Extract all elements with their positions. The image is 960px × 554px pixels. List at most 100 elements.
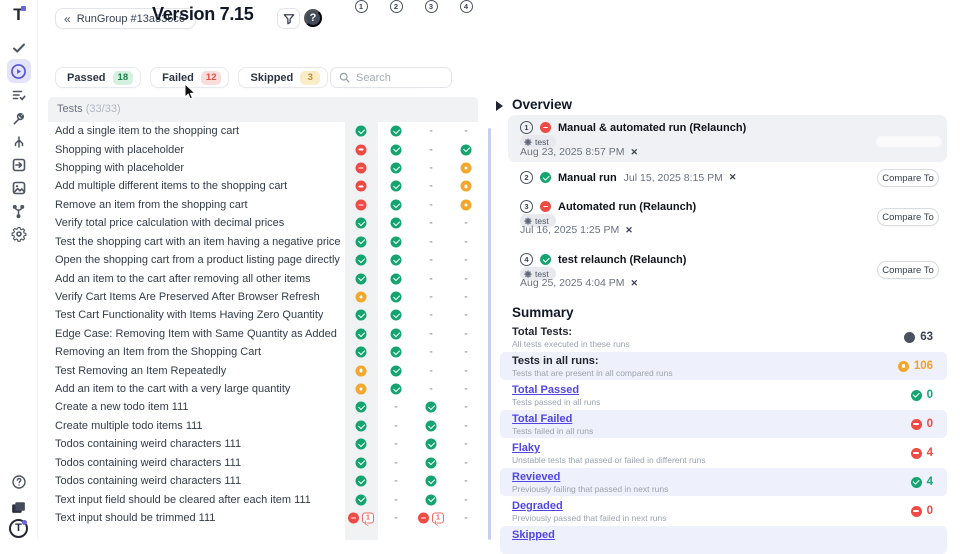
run-column-header-3[interactable]: 3 — [425, 0, 438, 13]
test-name: Add an item to the cart after removing a… — [55, 273, 311, 285]
overview-run-item[interactable]: 2Manual runJul 15, 2025 8:15 PM✕Compare … — [508, 168, 947, 189]
list-check-icon[interactable] — [7, 83, 31, 107]
test-name: Add a single item to the shopping cart — [55, 125, 239, 137]
import-icon[interactable] — [7, 153, 31, 177]
compare-to-button[interactable]: Compare To — [877, 261, 939, 279]
fork-icon[interactable] — [7, 199, 31, 223]
summary-row[interactable]: Tests in all runs:Tests that are present… — [500, 352, 947, 380]
table-row[interactable]: Todos containing weird characters 111-- — [48, 435, 478, 453]
panel-scrollbar[interactable] — [488, 128, 491, 540]
table-row[interactable]: Test the shopping cart with an item havi… — [48, 233, 478, 251]
status-passed-icon — [426, 476, 437, 487]
summary-label[interactable]: Revieved — [512, 471, 560, 483]
remove-run-icon[interactable]: ✕ — [625, 225, 633, 236]
table-row[interactable]: Test Removing an Item Repeatedly-- — [48, 361, 478, 379]
collapse-panel-icon[interactable] — [496, 101, 503, 111]
check-icon[interactable] — [7, 36, 31, 60]
summary-label[interactable]: Total Failed — [512, 413, 572, 425]
status-none: - — [429, 163, 432, 174]
compare-to-button[interactable]: Compare To — [877, 169, 939, 187]
status-cell — [356, 420, 367, 431]
avatar[interactable]: T — [7, 516, 31, 540]
filter-chip-skipped[interactable]: Skipped3 — [238, 67, 328, 88]
help-button[interactable]: ? — [304, 9, 322, 27]
table-row[interactable]: Create multiple todo items 111-- — [48, 417, 478, 435]
overview-run-item[interactable]: 4test relaunch (Relaunch)testAug 25, 202… — [508, 247, 947, 293]
filter-chip-label: Passed — [67, 72, 106, 84]
gear-icon[interactable] — [7, 222, 31, 246]
help-icon[interactable] — [7, 470, 31, 494]
summary-row[interactable]: Total PassedTests passed in all runs0 — [500, 381, 947, 409]
summary-label[interactable]: Total Passed — [512, 384, 579, 396]
filter-funnel-button[interactable] — [277, 8, 300, 29]
status-passed-icon — [426, 494, 437, 505]
run-number-badge: 2 — [520, 171, 533, 184]
status-cell — [391, 199, 402, 210]
table-row[interactable]: Remove an item from the shopping cart- — [48, 196, 478, 214]
filter-chip-failed[interactable]: Failed12 — [150, 67, 229, 88]
summary-row[interactable]: FlakyUnstable tests that passed or faile… — [500, 439, 947, 467]
table-row[interactable]: Open the shopping cart from a product li… — [48, 251, 478, 269]
table-row[interactable]: Test Cart Functionality with Items Havin… — [48, 306, 478, 324]
table-row[interactable]: Todos containing weird characters 111-- — [48, 454, 478, 472]
run-date: Jul 15, 2025 8:15 PM✕ — [624, 172, 737, 184]
status-cell — [356, 310, 367, 321]
overview-run-item[interactable]: 3Automated run (Relaunch)testJul 16, 202… — [508, 194, 947, 240]
comment-badge[interactable]: 1 — [432, 513, 444, 524]
funnel-icon — [283, 13, 295, 25]
table-row[interactable]: Edge Case: Removing Item with Same Quant… — [48, 325, 478, 343]
search-box[interactable] — [330, 67, 452, 88]
status-passed-icon — [426, 420, 437, 431]
wrench-icon[interactable] — [7, 107, 31, 131]
summary-label[interactable]: Flaky — [512, 442, 540, 454]
table-row[interactable]: Removing an Item from the Shopping Cart-… — [48, 343, 478, 361]
summary-label[interactable]: Skipped — [512, 529, 555, 541]
table-row[interactable]: Add multiple different items to the shop… — [48, 177, 478, 195]
table-row[interactable]: Verify total price calculation with deci… — [48, 214, 478, 232]
status-cell: - — [464, 328, 467, 339]
summary-label[interactable]: Degraded — [512, 500, 563, 512]
run-column-header-1[interactable]: 1 — [355, 0, 368, 13]
image-icon[interactable] — [7, 176, 31, 200]
remove-run-icon[interactable]: ✕ — [729, 172, 737, 183]
table-row[interactable]: Verify Cart Items Are Preserved After Br… — [48, 288, 478, 306]
status-none: - — [464, 310, 467, 321]
overview-run-item[interactable]: 1Manual & automated run (Relaunch)testAu… — [508, 115, 947, 162]
search-input[interactable] — [356, 72, 436, 84]
status-none: - — [464, 255, 467, 266]
compare-to-button[interactable]: Compare To — [877, 208, 939, 226]
status-passed-icon — [540, 254, 551, 265]
status-passed-icon — [391, 126, 402, 137]
run-number-badge: 1 — [520, 121, 533, 134]
remove-run-icon[interactable]: ✕ — [631, 147, 639, 158]
summary-row[interactable]: Total Tests:All tests executed in these … — [500, 323, 947, 351]
status-passed-icon — [391, 255, 402, 266]
summary-row[interactable]: RevievedPreviously failing that passed i… — [500, 468, 947, 496]
status-passed-icon — [426, 402, 437, 413]
status-cell — [356, 365, 367, 376]
filter-chip-passed[interactable]: Passed18 — [55, 67, 141, 88]
play-circle-icon[interactable] — [7, 59, 31, 83]
status-skipped-icon — [461, 163, 472, 174]
table-row[interactable]: Text input should be trimmed 1111-1- — [48, 509, 478, 527]
summary-number: 0 — [927, 389, 933, 401]
table-row[interactable]: Shopping with placeholder- — [48, 159, 478, 177]
summary-row[interactable]: DegradedPreviously passed that failed in… — [500, 497, 947, 525]
test-name: Add an item to the cart with a very larg… — [55, 383, 290, 395]
table-row[interactable]: Add an item to the cart after removing a… — [48, 269, 478, 287]
status-none: - — [394, 439, 397, 450]
table-row[interactable]: Add an item to the cart with a very larg… — [48, 380, 478, 398]
table-row[interactable]: Add a single item to the shopping cart-- — [48, 122, 478, 140]
comment-badge[interactable]: 1 — [362, 513, 374, 524]
table-row[interactable]: Todos containing weird characters 111-- — [48, 472, 478, 490]
flow-icon[interactable] — [7, 130, 31, 154]
table-row[interactable]: Create a new todo item 111-- — [48, 398, 478, 416]
summary-row[interactable]: Total FailedTests failed in all runs0 — [500, 410, 947, 438]
run-column-header-2[interactable]: 2 — [390, 0, 403, 13]
table-row[interactable]: Text input field should be cleared after… — [48, 490, 478, 508]
app-logo[interactable]: T — [7, 3, 31, 27]
table-row[interactable]: Shopping with placeholder- — [48, 140, 478, 158]
summary-row[interactable]: Skipped — [500, 526, 947, 554]
run-column-header-4[interactable]: 4 — [460, 0, 473, 13]
remove-run-icon[interactable]: ✕ — [631, 278, 639, 289]
